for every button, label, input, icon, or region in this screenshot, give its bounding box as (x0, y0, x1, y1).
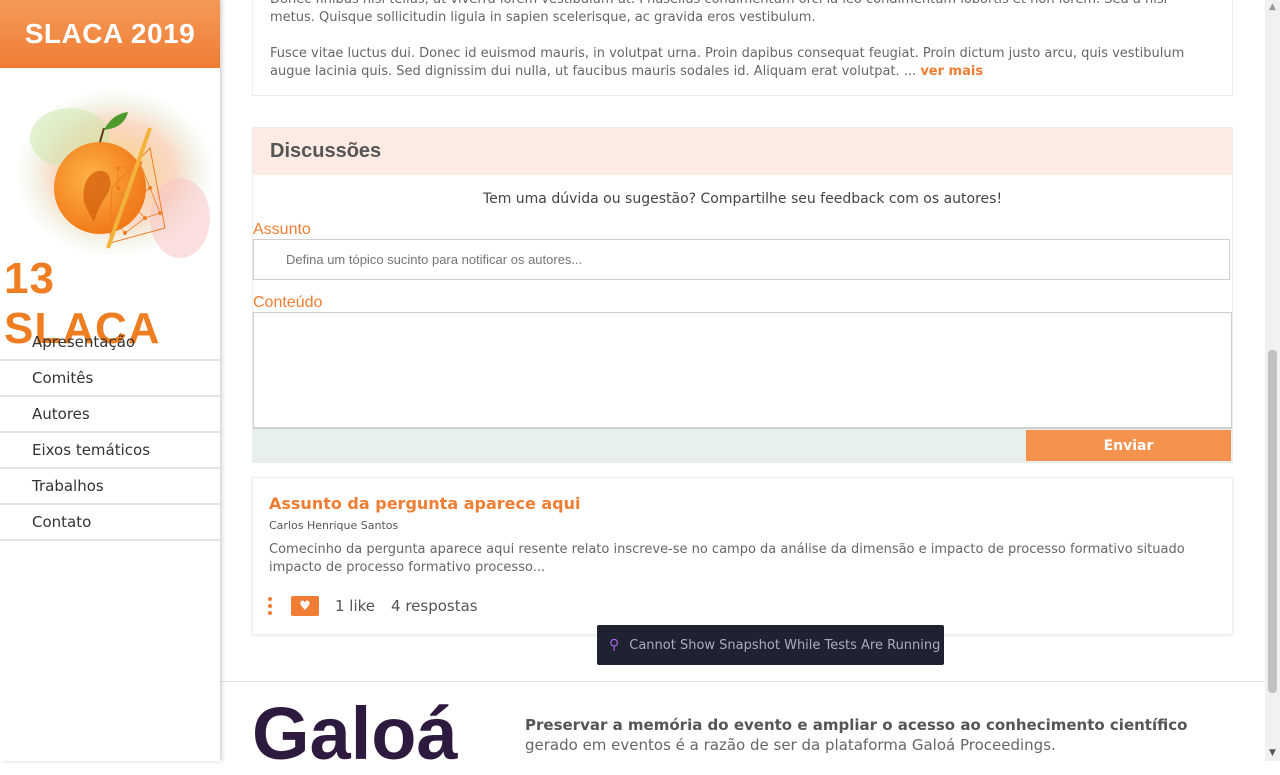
discussion-heading: Discussões (253, 128, 1232, 175)
sidebar-nav: Apresentação Comitês Autores Eixos temát… (0, 325, 220, 541)
footer-divider (220, 681, 1265, 682)
nav-item-contato[interactable]: Contato (0, 505, 220, 541)
question-card: Assunto da pergunta aparece aqui Carlos … (252, 477, 1233, 635)
like-count: 1 like (335, 597, 376, 615)
snapshot-toast: ⚲ Cannot Show Snapshot While Tests Are R… (597, 625, 944, 665)
question-actions: ♥ 1 like 4 respostas (265, 592, 478, 620)
abstract-paragraph-2: Fusce vitae luctus dui. Donec id euismod… (253, 45, 1232, 81)
page-scrollbar[interactable]: ▲ ▼ (1265, 0, 1280, 761)
subject-field-wrap (253, 239, 1230, 280)
nav-item-trabalhos[interactable]: Trabalhos (0, 469, 220, 505)
ver-mais-link[interactable]: ver mais (920, 64, 983, 79)
question-title[interactable]: Assunto da pergunta aparece aqui (269, 494, 581, 513)
event-logo: 13 SLACA (0, 68, 220, 353)
question-author: Carlos Henrique Santos (269, 519, 399, 532)
question-body: Comecinho da pergunta aparece aqui resen… (269, 542, 1185, 575)
scroll-down-arrow-icon[interactable]: ▼ (1265, 746, 1280, 761)
subject-input[interactable] (254, 240, 1229, 279)
nav-item-autores[interactable]: Autores (0, 397, 220, 433)
sidebar: SLACA 2019 13 SLACA Apresentação Comitês… (0, 0, 220, 761)
footer-tagline: Preservar a memória do evento e ampliar … (525, 715, 1215, 755)
abstract-paragraph-2-text: Fusce vitae luctus dui. Donec id euismod… (270, 46, 1185, 79)
heart-icon: ♥ (299, 598, 311, 614)
send-button[interactable]: Enviar (1026, 430, 1231, 461)
galoa-logo[interactable]: Galoá (252, 697, 458, 771)
submit-bar: Enviar (253, 428, 1232, 462)
scroll-up-arrow-icon[interactable]: ▲ (1265, 0, 1280, 15)
scroll-thumb[interactable] (1268, 350, 1277, 693)
abstract-paragraph-1: Donec finibus nisl tellus, ut viverra lo… (270, 0, 1167, 25)
nav-item-eixos-tematicos[interactable]: Eixos temáticos (0, 433, 220, 469)
toast-text: Cannot Show Snapshot While Tests Are Run… (629, 637, 941, 653)
like-button[interactable]: ♥ (291, 596, 319, 616)
footer-tagline-rest: gerado em eventos é a razão de ser da pl… (525, 736, 1056, 754)
footer-tagline-bold: Preservar a memória do evento e ampliar … (525, 716, 1188, 734)
content-label: Conteúdo (253, 294, 323, 311)
abstract-card: Donec finibus nisl tellus, ut viverra lo… (252, 0, 1233, 96)
nav-item-comites[interactable]: Comitês (0, 361, 220, 397)
reply-count[interactable]: 4 respostas (391, 597, 478, 615)
more-vertical-icon[interactable] (265, 597, 275, 615)
content-textarea[interactable] (253, 312, 1232, 428)
pin-icon: ⚲ (609, 637, 620, 653)
subject-label: Assunto (253, 221, 311, 238)
discussion-card: Discussões Tem uma dúvida ou sugestão? C… (252, 127, 1233, 463)
event-title[interactable]: SLACA 2019 (0, 0, 220, 68)
nav-item-apresentacao[interactable]: Apresentação (0, 325, 220, 361)
discussion-prompt: Tem uma dúvida ou sugestão? Compartilhe … (482, 191, 1003, 207)
